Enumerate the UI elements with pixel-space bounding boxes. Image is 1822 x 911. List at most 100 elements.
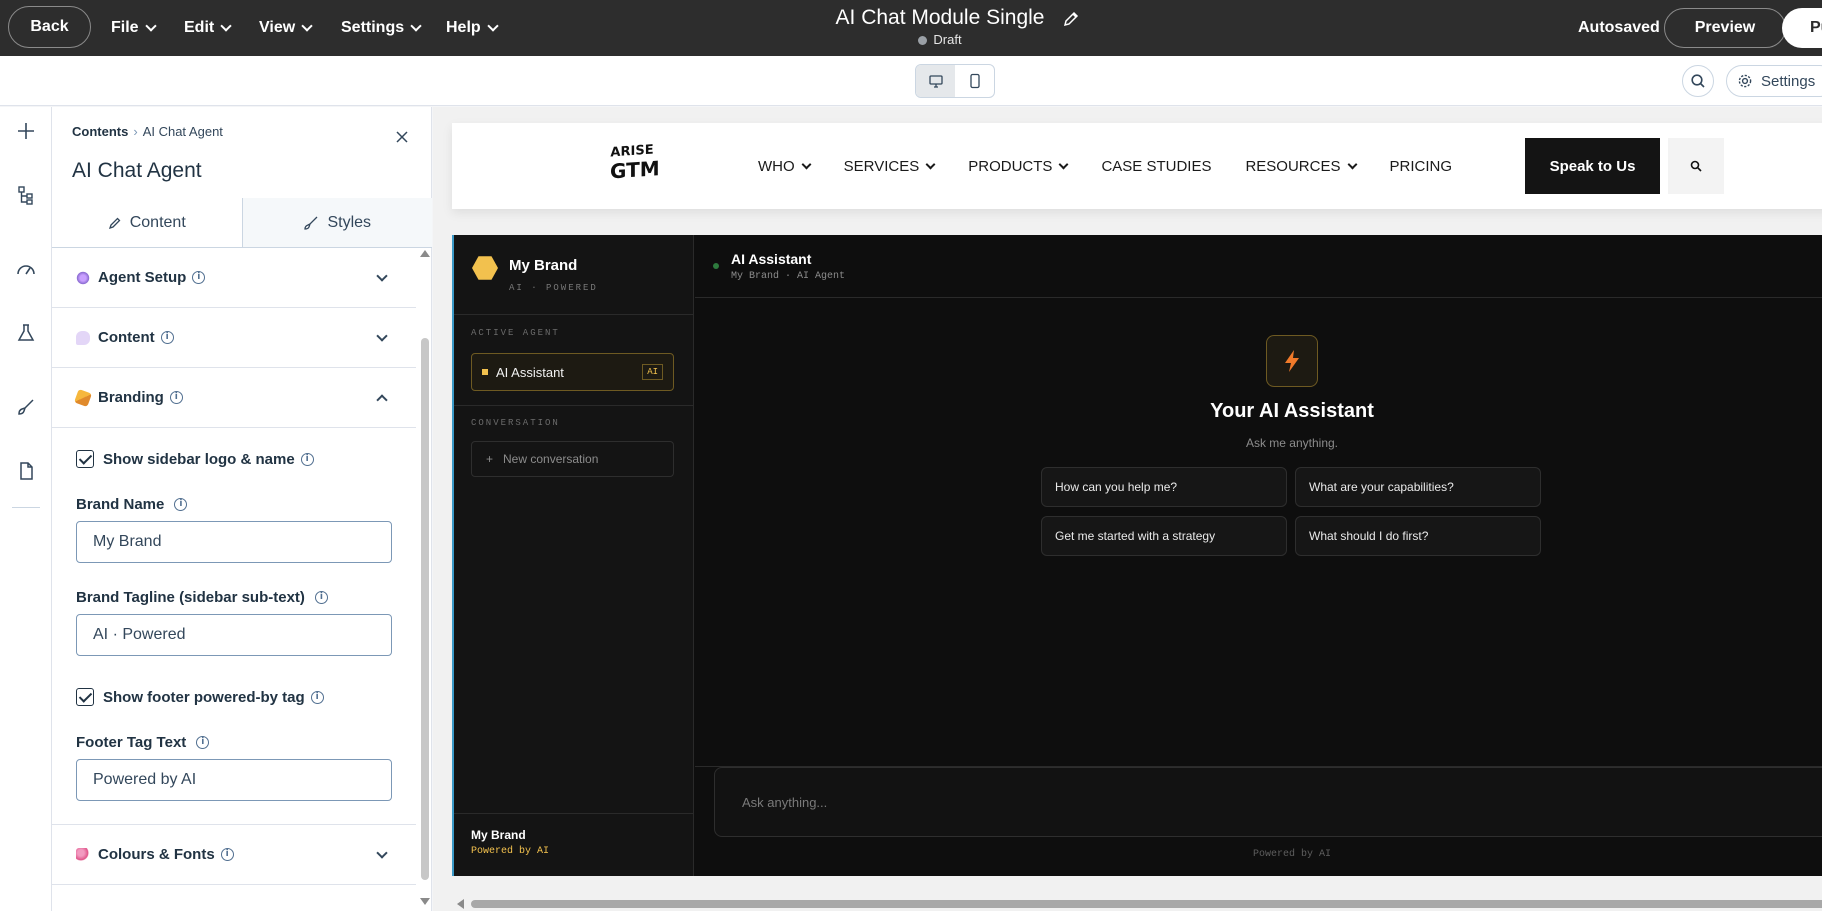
desktop-view-button[interactable] [916, 65, 955, 97]
test-button[interactable] [14, 321, 38, 345]
section-colours-fonts[interactable]: Colours & Fonts i [52, 825, 416, 885]
branding-fields: Show sidebar logo & name i Brand Name i M… [52, 428, 416, 825]
mobile-view-button[interactable] [955, 65, 994, 97]
section-branding-label: Branding [98, 389, 164, 406]
info-icon[interactable]: i [314, 591, 328, 604]
suggestion-chip[interactable]: What are your capabilities? [1295, 467, 1541, 507]
canvas-horizontal-scrollbar[interactable] [433, 896, 1822, 911]
suggestion-chip[interactable]: Get me started with a strategy [1041, 516, 1287, 556]
show-sidebar-logo-checkbox[interactable] [76, 450, 94, 468]
close-icon[interactable] [394, 129, 410, 145]
scroll-up-icon[interactable] [420, 250, 430, 257]
suggestion-chip[interactable]: What should I do first? [1295, 516, 1541, 556]
plus-icon: + [486, 452, 494, 466]
panel-scrollbar[interactable] [418, 248, 430, 911]
brand-name-label-row: Brand Name i [76, 496, 392, 513]
info-icon[interactable]: i [300, 452, 314, 466]
info-icon[interactable]: i [220, 848, 234, 861]
rail-divider [12, 507, 40, 508]
speech-bubble-icon [76, 330, 90, 345]
menu-help[interactable]: Help [446, 0, 499, 56]
back-button[interactable]: Back [8, 6, 91, 48]
menu-edit-label: Edit [184, 19, 215, 36]
welcome-title: Your AI Assistant [1210, 400, 1374, 422]
flask-icon [17, 324, 35, 341]
editor-toolbar: Settings [0, 56, 1822, 106]
info-icon[interactable]: i [310, 690, 324, 704]
info-icon[interactable]: i [192, 271, 206, 284]
menu-file[interactable]: File [111, 0, 157, 56]
info-icon[interactable]: i [160, 331, 174, 344]
layers-button[interactable] [14, 183, 38, 207]
section-branding[interactable]: Branding i [52, 368, 416, 428]
nav-services[interactable]: SERVICES [843, 157, 936, 175]
active-agent-item[interactable]: AI Assistant AI [471, 353, 674, 391]
nav-who[interactable]: WHO [758, 158, 812, 175]
info-icon[interactable]: i [196, 736, 210, 749]
chat-main: AI Assistant My Brand · AI Agent Your AI… [695, 235, 1822, 876]
chevron-down-icon [1347, 159, 1357, 169]
scrollbar-thumb[interactable] [421, 338, 429, 880]
settings-button[interactable]: Settings [1726, 65, 1822, 97]
design-button[interactable] [14, 395, 38, 419]
status-dot-icon [918, 36, 928, 45]
section-content-label: Content [98, 329, 155, 346]
search-icon [1690, 160, 1702, 172]
tab-content-label: Content [129, 213, 186, 231]
scrollbar-thumb[interactable] [471, 900, 1822, 908]
agent-status-icon [482, 369, 488, 375]
section-agent-setup[interactable]: Agent Setup i [52, 248, 416, 308]
chat-input[interactable]: Ask anything... [714, 767, 1822, 837]
mobile-icon [969, 73, 980, 89]
suggestion-chip[interactable]: How can you help me? [1041, 467, 1287, 507]
section-agent-setup-label: Agent Setup [98, 269, 187, 286]
scroll-down-icon[interactable] [420, 898, 430, 905]
brand-name-label: Brand Name [76, 496, 165, 513]
pages-button[interactable] [14, 459, 38, 483]
nav-services-label: SERVICES [843, 157, 920, 175]
chat-brand-name: My Brand [509, 257, 578, 274]
scroll-left-icon[interactable] [457, 899, 464, 909]
info-icon[interactable]: i [174, 498, 188, 511]
logo-line-2: GTM [610, 156, 660, 184]
breadcrumb-contents[interactable]: Contents [72, 124, 128, 139]
nav-products[interactable]: PRODUCTS [968, 158, 1069, 175]
pencil-icon[interactable] [1062, 10, 1080, 28]
tagline-field[interactable]: AI · Powered [76, 614, 392, 656]
brand-name-field[interactable]: My Brand [76, 521, 392, 563]
status-badge: Draft [780, 32, 1100, 47]
show-footer-tag-checkbox[interactable] [76, 688, 94, 706]
page-title[interactable]: AI Chat Module Single [780, 6, 1100, 30]
tab-styles[interactable]: Styles [241, 198, 432, 247]
menu-help-label: Help [446, 19, 481, 36]
footer-tag-label: Footer Tag Text [76, 734, 187, 751]
add-button[interactable] [14, 119, 38, 143]
site-search-button[interactable] [1668, 138, 1724, 194]
new-conversation-button[interactable]: + New conversation [471, 441, 674, 477]
nav-case-studies-label: CASE STUDIES [1101, 157, 1212, 175]
panel-title: AI Chat Agent [72, 159, 202, 182]
speak-to-us-button[interactable]: Speak to Us [1525, 138, 1660, 194]
nav-pricing[interactable]: PRICING [1390, 158, 1453, 175]
performance-button[interactable] [14, 257, 38, 281]
site-logo[interactable]: ARISE GTM [610, 141, 660, 188]
preview-button[interactable]: Preview [1664, 8, 1786, 48]
brand-logo-icon [472, 256, 498, 280]
nav-resources-label: RESOURCES [1245, 157, 1341, 175]
chat-header-subtitle: My Brand · AI Agent [731, 271, 846, 282]
publish-button[interactable]: Pu [1782, 8, 1822, 48]
menu-edit[interactable]: Edit [184, 0, 232, 56]
footer-tag-field[interactable]: Powered by AI [76, 759, 392, 801]
nav-resources[interactable]: RESOURCES [1245, 157, 1357, 175]
menu-settings[interactable]: Settings [341, 0, 422, 56]
section-content[interactable]: Content i [52, 308, 416, 368]
menu-view[interactable]: View [259, 0, 313, 56]
show-sidebar-logo-label: Show sidebar logo & name [103, 450, 295, 468]
tab-content[interactable]: Content [52, 198, 242, 247]
tool-rail [0, 107, 52, 911]
search-button[interactable] [1682, 65, 1714, 97]
chevron-down-icon [487, 20, 499, 32]
chevron-down-icon [925, 159, 936, 169]
info-icon[interactable]: i [169, 391, 183, 404]
nav-case-studies[interactable]: CASE STUDIES [1101, 158, 1211, 175]
